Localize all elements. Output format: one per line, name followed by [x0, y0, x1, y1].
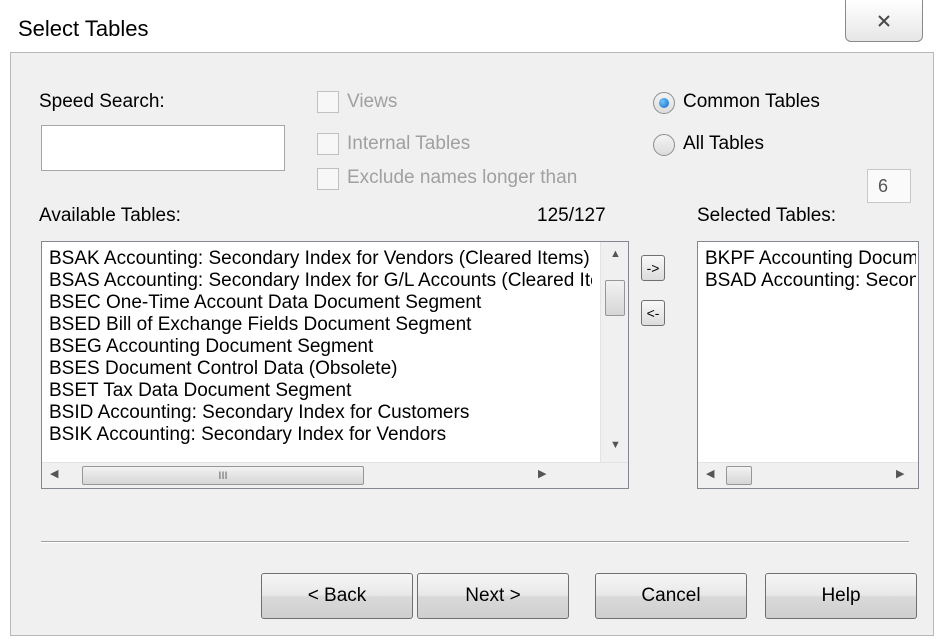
separator	[41, 541, 909, 543]
cancel-button[interactable]: Cancel	[595, 573, 747, 619]
list-item[interactable]: BSAS Accounting: Secondary Index for G/L…	[42, 270, 592, 292]
close-button[interactable]	[845, 0, 923, 42]
list-item[interactable]: BSES Document Control Data (Obsolete)	[42, 358, 592, 380]
available-count: 125/127	[537, 205, 606, 226]
max-name-length-field[interactable]: 6	[867, 169, 911, 203]
remove-table-button[interactable]: <-	[641, 300, 665, 326]
available-tables-list[interactable]: BSAK Accounting: Secondary Index for Ven…	[41, 241, 629, 489]
title-bar: Select Tables	[0, 0, 938, 50]
available-vertical-scrollbar[interactable]: ▲ ▼	[600, 242, 628, 462]
arrow-right-icon[interactable]: ▶	[896, 469, 904, 480]
views-checkbox[interactable]	[317, 91, 339, 113]
window-title: Select Tables	[18, 16, 149, 41]
selected-horizontal-scrollbar[interactable]: ◀ ▶	[698, 462, 918, 488]
views-label: Views	[347, 91, 398, 112]
horizontal-scroll-thumb[interactable]: III	[82, 466, 364, 485]
list-item[interactable]: BSIK Accounting: Secondary Index for Ven…	[42, 424, 592, 446]
all-tables-radio[interactable]	[653, 134, 675, 156]
exclude-long-names-label: Exclude names longer than	[347, 167, 578, 188]
list-item[interactable]: BSAK Accounting: Secondary Index for Ven…	[42, 248, 592, 270]
list-item[interactable]: BSET Tax Data Document Segment	[42, 380, 592, 402]
common-tables-label: Common Tables	[683, 91, 820, 112]
arrow-right-icon[interactable]: ▶	[538, 469, 546, 480]
available-horizontal-scrollbar[interactable]: ◀ III ▶	[42, 462, 628, 488]
speed-search-input[interactable]	[41, 125, 285, 171]
arrow-up-icon[interactable]: ▲	[610, 249, 621, 260]
internal-tables-label: Internal Tables	[347, 133, 471, 154]
list-item[interactable]: BSED Bill of Exchange Fields Document Se…	[42, 314, 592, 336]
speed-search-label: Speed Search:	[39, 91, 165, 112]
selected-tables-label: Selected Tables:	[697, 205, 837, 226]
dialog-body: Speed Search: Views Internal Tables Excl…	[10, 52, 934, 636]
list-item[interactable]: BKPF Accounting Document Header	[698, 248, 916, 270]
add-table-button[interactable]: ->	[641, 255, 665, 281]
all-tables-label: All Tables	[683, 133, 764, 154]
arrow-left-icon[interactable]: ◀	[706, 469, 714, 480]
selected-items-container: BKPF Accounting Document HeaderBSAD Acco…	[698, 248, 916, 292]
vertical-scroll-thumb[interactable]	[605, 280, 625, 316]
arrow-left-icon[interactable]: ◀	[50, 469, 58, 480]
available-tables-label: Available Tables:	[39, 205, 181, 226]
list-item[interactable]: BSAD Accounting: Secondary Index for Cus…	[698, 270, 916, 292]
back-button[interactable]: < Back	[261, 573, 413, 619]
close-icon	[878, 14, 890, 27]
available-items-container: BSAK Accounting: Secondary Index for Ven…	[42, 248, 592, 446]
internal-tables-checkbox[interactable]	[317, 133, 339, 155]
radio-selected-dot	[659, 98, 669, 108]
common-tables-radio[interactable]	[653, 92, 675, 114]
arrow-down-icon[interactable]: ▼	[610, 440, 621, 451]
horizontal-scroll-thumb[interactable]	[726, 466, 752, 485]
exclude-long-names-checkbox[interactable]	[317, 168, 339, 190]
list-item[interactable]: BSEC One-Time Account Data Document Segm…	[42, 292, 592, 314]
list-item[interactable]: BSEG Accounting Document Segment	[42, 336, 592, 358]
list-item[interactable]: BSID Accounting: Secondary Index for Cus…	[42, 402, 592, 424]
selected-tables-list[interactable]: BKPF Accounting Document HeaderBSAD Acco…	[697, 241, 919, 489]
help-button[interactable]: Help	[765, 573, 917, 619]
next-button[interactable]: Next >	[417, 573, 569, 619]
